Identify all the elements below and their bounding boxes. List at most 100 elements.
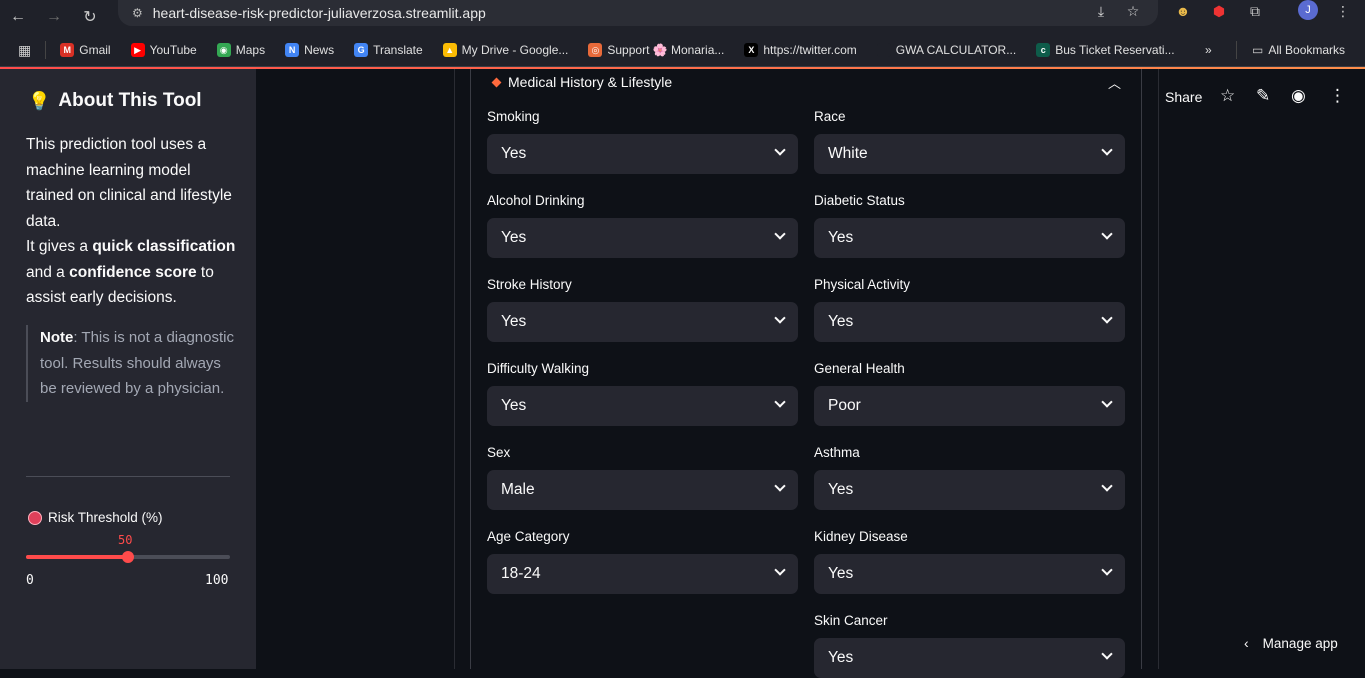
bookmark-item[interactable]: N News [285,43,334,57]
star-icon[interactable]: ☆ [1220,86,1235,106]
extensions-puzzle-icon[interactable]: ⧉ [1246,0,1264,22]
field-label: Race [814,109,846,124]
chevron-up-icon[interactable]: ︿ [1108,73,1121,92]
bookmark-item[interactable]: GWA CALCULATOR... [876,43,1016,57]
chevron-down-icon [774,396,786,408]
bookmarks-divider [45,41,47,59]
select-dropdown[interactable]: Yes [814,554,1125,594]
bookmark-favicon-icon: c [1036,43,1051,57]
forward-icon[interactable]: → [36,0,72,34]
field-label: Age Category [487,529,570,544]
back-icon[interactable]: ← [0,0,36,34]
bookmark-star-icon[interactable]: ☆ [1124,0,1142,22]
field-label: Stroke History [487,277,572,292]
select-dropdown[interactable]: Yes [487,386,798,426]
risk-threshold-slider[interactable] [26,551,230,563]
field-label: Alcohol Drinking [487,193,585,208]
field-label: Difficulty Walking [487,361,590,376]
manage-app-button[interactable]: ‹ Manage app [1244,635,1338,651]
bookmark-item[interactable]: ▶ YouTube [130,43,197,57]
select-value: Poor [828,397,861,414]
bookmark-item[interactable]: ▲ My Drive - Google... [442,43,569,57]
github-icon[interactable]: ◉ [1291,86,1306,106]
sidebar-divider [26,476,230,477]
right-panel [1158,69,1365,669]
address-bar[interactable]: ⚙ heart-disease-risk-predictor-juliaverz… [118,0,1158,26]
all-bookmarks-button[interactable]: ▭ All Bookmarks [1252,43,1345,57]
bookmark-item[interactable]: G Translate [354,43,423,57]
note-bold: Note [40,329,74,346]
extension-avatar-icon[interactable]: ☻ [1174,0,1192,22]
about-p2-bold-2: confidence score [69,263,197,281]
reload-icon[interactable]: ↻ [72,0,108,34]
select-value: Yes [501,313,527,330]
select-dropdown[interactable]: Yes [487,134,798,174]
about-paragraph-1: This prediction tool uses a machine lear… [26,136,232,230]
bookmark-label: Support 🌸 Monaria... [607,43,725,57]
profile-avatar[interactable]: J [1298,0,1318,20]
bookmark-favicon-icon: ◉ [216,43,231,57]
apps-grid-icon[interactable]: ▦ [18,42,31,59]
bookmark-list: M Gmail ▶ YouTube ◉ Maps N News G Translate ▲ My Dr… [60,43,1194,57]
expander-header[interactable]: Medical History & Lifestyle [491,74,673,90]
site-info-icon[interactable]: ⚙ [132,6,143,20]
select-dropdown[interactable]: White [814,134,1125,174]
bookmarks-divider-right [1236,41,1237,59]
bookmark-item[interactable]: ◎ Support 🌸 Monaria... [588,43,724,57]
chevron-down-icon [1101,228,1113,240]
disclaimer-note: Note: This is not a diagnostic tool. Res… [26,325,236,402]
edit-pencil-icon[interactable]: ✎ [1256,86,1270,106]
bookmark-item[interactable]: c Bus Ticket Reservati... [1036,43,1175,57]
select-dropdown[interactable]: Yes [814,470,1125,510]
share-button[interactable]: Share [1165,89,1202,105]
url-text[interactable]: heart-disease-risk-predictor-juliaverzos… [153,5,486,21]
bookmark-item[interactable]: M Gmail [60,43,111,57]
red-circle-icon [28,510,42,525]
select-value: Yes [828,649,854,666]
browser-menu-icon[interactable]: ⋮ [1336,0,1350,22]
select-dropdown[interactable]: Yes [814,218,1125,258]
bookmark-favicon-icon: M [60,43,75,57]
select-value: 18-24 [501,565,541,582]
bookmark-label: https://twitter.com [763,43,857,57]
more-menu-icon[interactable]: ⋮ [1329,86,1346,106]
chevron-down-icon [1101,312,1113,324]
select-value: Yes [828,481,854,498]
bookmark-favicon-icon: N [285,43,300,57]
select-value: Yes [828,565,854,582]
slider-current-value: 50 [118,533,133,547]
slider-handle[interactable] [122,551,134,563]
chevron-down-icon [1101,144,1113,156]
bookmark-item[interactable]: ◉ Maps [216,43,265,57]
select-dropdown[interactable]: 18-24 [487,554,798,594]
extension-shield-icon[interactable]: ⬢ [1210,0,1228,22]
slider-max-label: 100 [205,573,229,588]
field-label: Sex [487,445,511,460]
bookmark-favicon-icon: G [354,43,369,57]
expander-title: Medical History & Lifestyle [508,74,673,90]
chevron-down-icon [774,480,786,492]
select-dropdown[interactable]: Yes [814,302,1125,342]
risk-threshold-label: Risk Threshold (%) [28,510,163,525]
field-label: Kidney Disease [814,529,908,544]
bookmark-label: My Drive - Google... [461,43,569,57]
chevron-down-icon [1101,480,1113,492]
select-value: Yes [828,313,854,330]
about-p2-c: and a [26,263,70,281]
bookmark-favicon-icon: ▲ [442,43,457,57]
orange-diamond-icon [491,77,502,87]
bookmark-favicon-icon: ◎ [588,43,603,57]
select-dropdown[interactable]: Yes [487,218,798,258]
select-dropdown[interactable]: Male [487,470,798,510]
install-app-icon[interactable]: ⤓ [1092,0,1110,22]
bookmark-item[interactable]: Xhttps://twitter.com [744,43,857,57]
select-value: Yes [501,397,527,414]
select-dropdown[interactable]: Yes [814,638,1125,678]
field-label: Asthma [814,445,860,460]
manage-app-label: Manage app [1262,635,1338,651]
select-dropdown[interactable]: Poor [814,386,1125,426]
select-dropdown[interactable]: Yes [487,302,798,342]
more-bookmarks-icon[interactable]: » [1205,43,1212,57]
bookmark-label: Translate [373,43,423,57]
about-p2-bold-1: quick classification [92,238,236,255]
